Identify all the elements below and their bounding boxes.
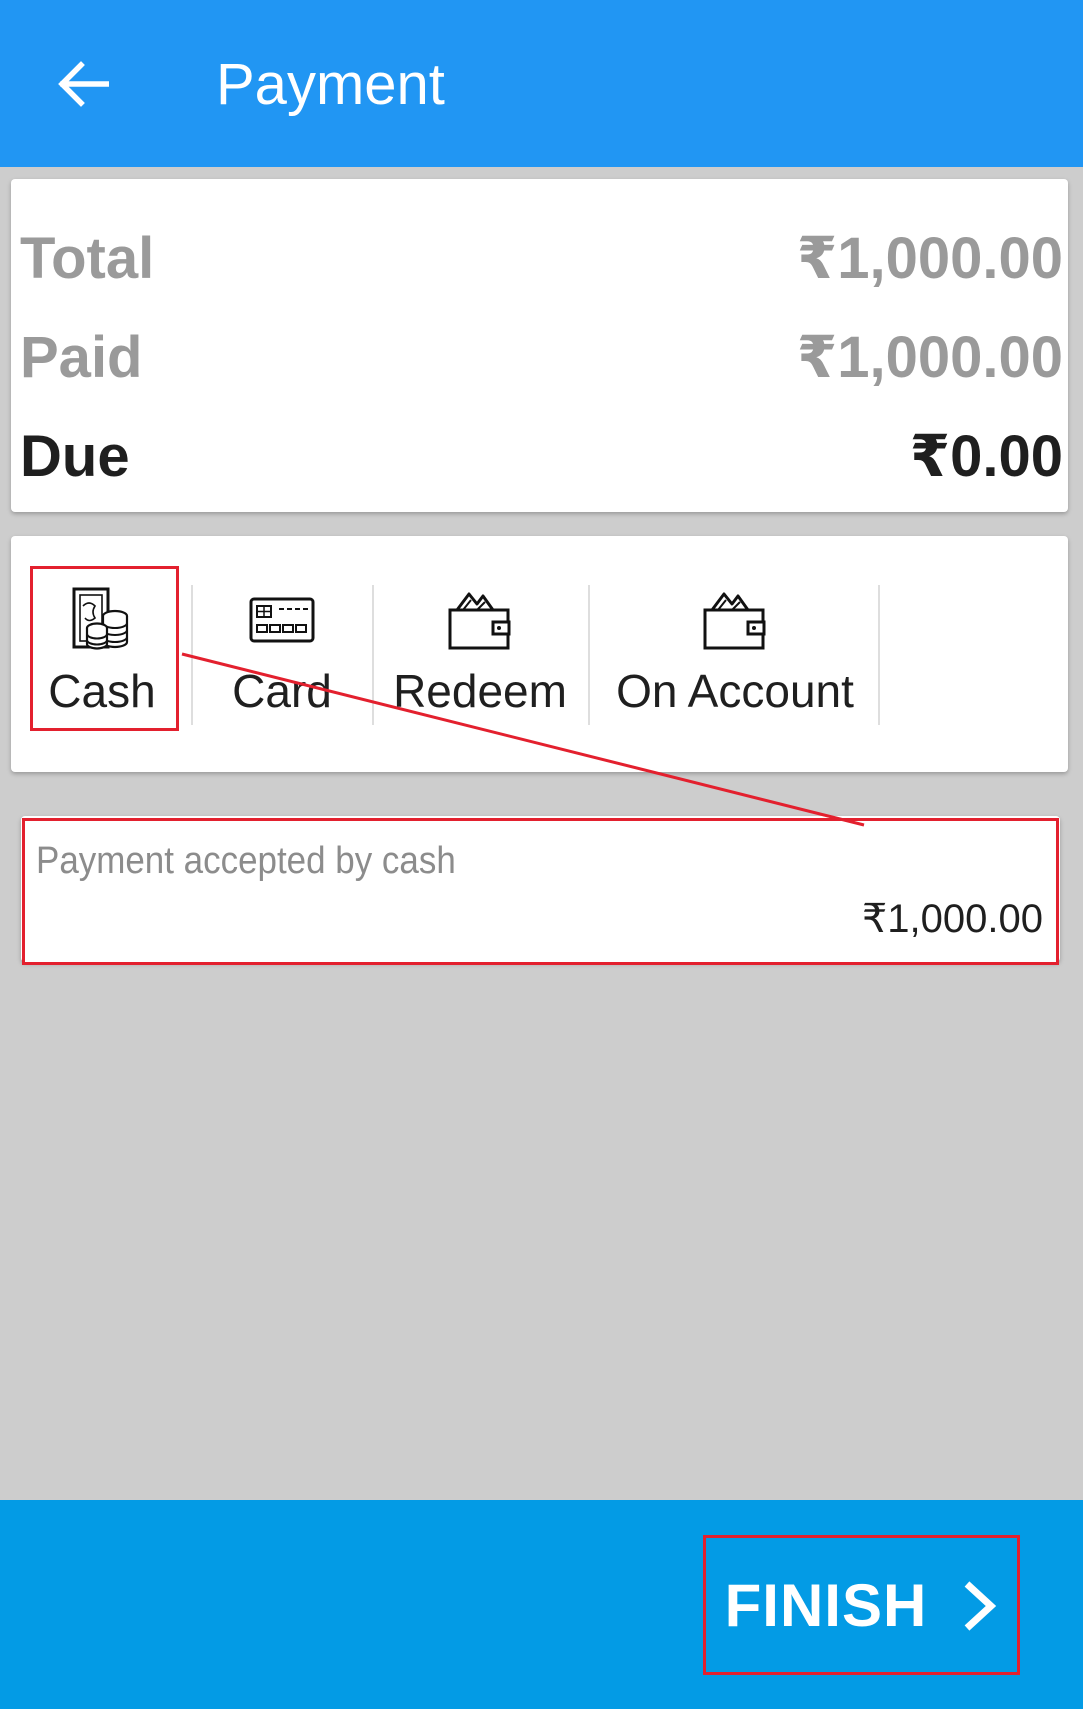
total-row: Total ₹1,000.00: [20, 218, 1063, 298]
divider: [878, 585, 880, 725]
due-value: ₹0.00: [909, 424, 1063, 489]
due-label: Due: [20, 423, 130, 489]
payment-method-label: Redeem: [393, 665, 567, 717]
chevron-right-icon: [961, 1580, 997, 1632]
payment-entry-label: Payment accepted by cash: [36, 840, 456, 882]
arrow-left-icon: [58, 61, 109, 107]
payment-method-label: Cash: [48, 665, 156, 717]
total-value: ₹1,000.00: [796, 226, 1063, 291]
payment-method-on-account[interactable]: On Account: [590, 585, 880, 725]
payment-method-label: Card: [232, 665, 332, 717]
payment-method-card[interactable]: Card: [192, 585, 372, 725]
payment-method-cash[interactable]: Cash: [32, 585, 172, 725]
wallet-icon: [448, 592, 511, 650]
paid-row: Paid ₹1,000.00: [20, 317, 1063, 397]
payment-entry-amount: ₹1,000.00: [861, 897, 1043, 941]
paid-label: Paid: [20, 324, 143, 390]
cash-icon: [72, 587, 129, 650]
total-label: Total: [20, 225, 155, 291]
payment-method-label: On Account: [616, 665, 854, 717]
credit-card-icon: [249, 597, 315, 643]
wallet-icon: [703, 592, 766, 650]
finish-button[interactable]: FINISH: [703, 1537, 1019, 1674]
finish-button-label: FINISH: [724, 1572, 928, 1639]
paid-value: ₹1,000.00: [796, 325, 1063, 390]
payment-method-redeem[interactable]: Redeem: [374, 585, 586, 725]
back-button[interactable]: [48, 52, 118, 116]
page-title: Payment: [216, 52, 445, 117]
due-row: Due ₹0.00: [20, 416, 1063, 496]
app-bar: Payment: [0, 0, 1083, 167]
